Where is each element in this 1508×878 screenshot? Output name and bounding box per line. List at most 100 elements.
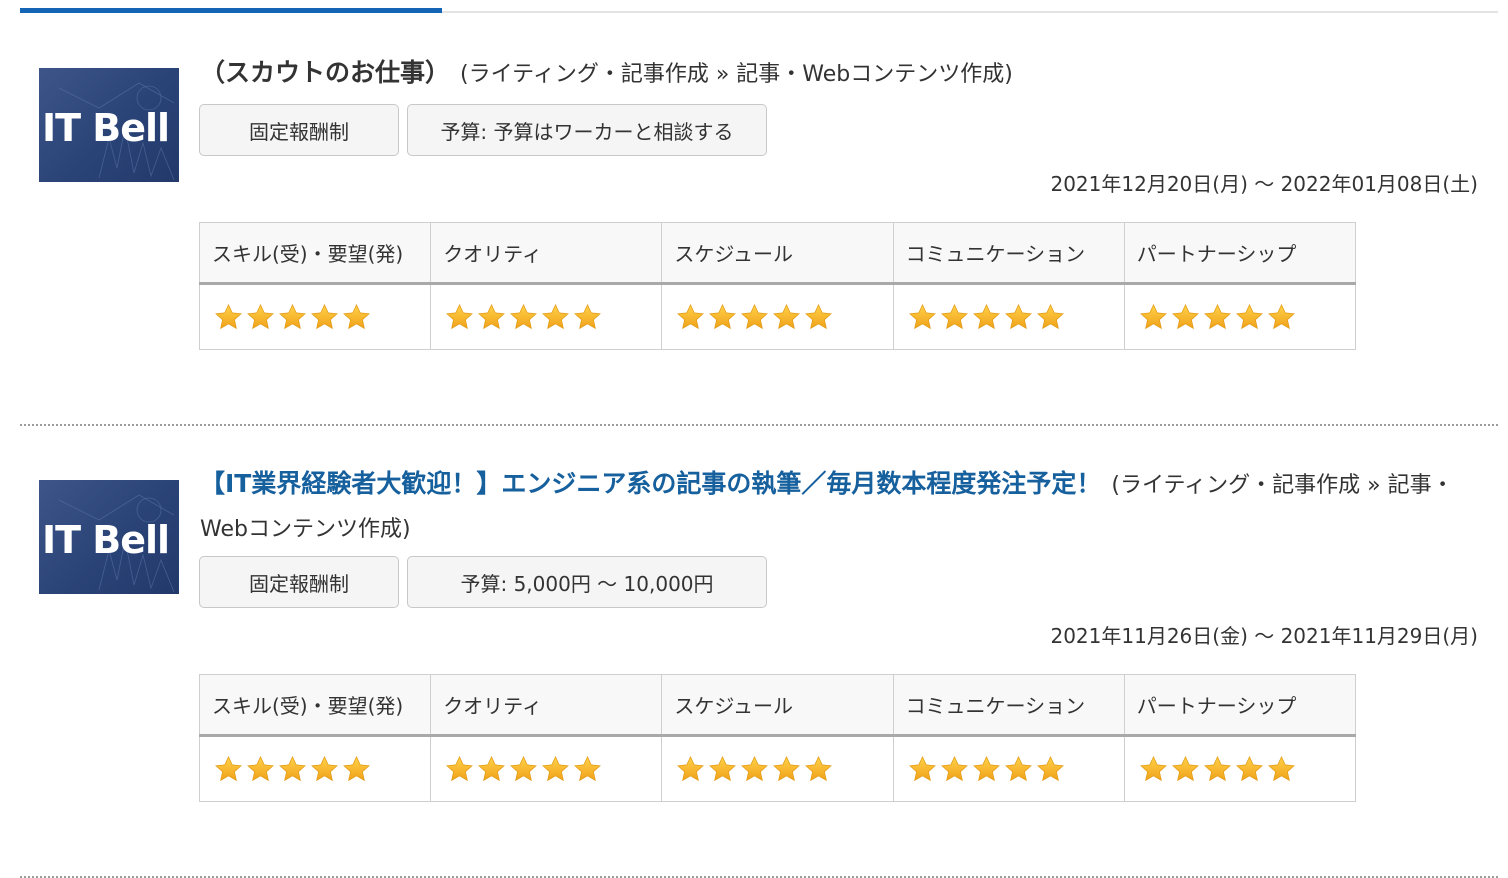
tab-underline <box>20 8 1498 14</box>
star-rating <box>214 303 430 332</box>
star-icon <box>805 755 833 781</box>
rating-cell <box>198 735 432 802</box>
budget-badge: 予算: 5,000円 〜 10,000円 <box>407 556 767 608</box>
rating-header-row: スキル(受)・要望(発) クオリティ スケジュール コミュニケーション パートナ… <box>198 674 1357 737</box>
budget-badge: 予算: 予算はワーカーと相談する <box>407 104 767 156</box>
rating-cell <box>1123 735 1357 802</box>
star-icon <box>805 303 833 329</box>
star-icon <box>773 303 801 329</box>
rating-header-partnership: パートナーシップ <box>1123 674 1357 737</box>
job-period: 2021年11月26日(金) 〜 2021年11月29日(月) <box>1050 624 1478 648</box>
star-icon <box>542 755 570 781</box>
star-rating <box>908 303 1124 332</box>
star-icon <box>1004 755 1032 781</box>
star-rating <box>214 755 430 784</box>
rating-cell <box>198 283 432 350</box>
star-icon <box>1267 755 1295 781</box>
star-icon <box>1235 755 1263 781</box>
rating-cell <box>661 735 894 802</box>
star-icon <box>1171 755 1199 781</box>
star-icon <box>510 303 538 329</box>
star-icon <box>574 755 602 781</box>
client-logo[interactable]: IT Bell <box>39 480 179 594</box>
star-icon <box>574 303 602 329</box>
star-rating <box>445 755 661 784</box>
job-period: 2021年12月20日(月) 〜 2022年01月08日(土) <box>1050 172 1478 196</box>
rating-header-communication: コミュニケーション <box>892 222 1125 285</box>
star-icon <box>478 303 506 329</box>
star-icon <box>709 303 737 329</box>
tab-divider <box>442 11 1498 13</box>
star-icon <box>542 303 570 329</box>
star-icon <box>1004 303 1032 329</box>
rating-cell <box>892 735 1125 802</box>
star-icon <box>709 755 737 781</box>
rating-header-skill: スキル(受)・要望(発) <box>198 222 432 285</box>
rating-cell <box>430 283 663 350</box>
rating-header-quality: クオリティ <box>430 222 663 285</box>
rating-cell <box>661 283 894 350</box>
rating-header-row: スキル(受)・要望(発) クオリティ スケジュール コミュニケーション パートナ… <box>198 222 1357 285</box>
rating-header-quality: クオリティ <box>430 674 663 737</box>
client-logo[interactable]: IT Bell <box>39 68 179 182</box>
star-icon <box>215 303 242 329</box>
star-icon <box>1171 303 1199 329</box>
star-icon <box>741 303 769 329</box>
job-title-line: 【IT業界経験者大歓迎！】エンジニア系の記事の執筆／毎月数本程度発注予定！ (ライ… <box>200 463 1478 551</box>
star-rating <box>1139 303 1355 332</box>
star-icon <box>1235 303 1263 329</box>
job-title-link[interactable]: 【IT業界経験者大歓迎！】エンジニア系の記事の執筆／毎月数本程度発注予定！ <box>200 469 1101 498</box>
star-icon <box>940 303 968 329</box>
star-icon <box>908 755 936 781</box>
star-rating <box>676 303 892 332</box>
rating-value-row <box>198 283 1357 350</box>
job-title-line: （スカウトのお仕事） (ライティング・記事作成 » 記事・Webコンテンツ作成) <box>200 52 1478 96</box>
active-tab-indicator <box>20 8 442 13</box>
star-icon <box>677 303 705 329</box>
rating-cell <box>892 283 1125 350</box>
star-icon <box>279 755 306 781</box>
logo-text: IT Bell <box>42 518 170 562</box>
star-rating <box>676 755 892 784</box>
star-icon <box>1203 755 1231 781</box>
star-icon <box>311 755 338 781</box>
star-icon <box>343 755 370 781</box>
star-rating <box>908 755 1124 784</box>
star-icon <box>773 755 801 781</box>
star-icon <box>1036 303 1064 329</box>
star-icon <box>446 303 474 329</box>
star-icon <box>940 755 968 781</box>
star-icon <box>247 303 274 329</box>
star-rating <box>1139 755 1355 784</box>
contract-type-badge: 固定報酬制 <box>199 104 399 156</box>
logo-text: IT Bell <box>42 106 170 150</box>
job-category[interactable]: (ライティング・記事作成 » 記事・Webコンテンツ作成) <box>460 62 1013 87</box>
rating-header-communication: コミュニケーション <box>892 674 1125 737</box>
job-title: （スカウトのお仕事） <box>200 58 451 87</box>
entry-divider <box>20 424 1498 426</box>
rating-header-skill: スキル(受)・要望(発) <box>198 674 432 737</box>
star-icon <box>972 755 1000 781</box>
star-icon <box>677 755 705 781</box>
contract-type-badge: 固定報酬制 <box>199 556 399 608</box>
star-icon <box>279 303 306 329</box>
rating-header-schedule: スケジュール <box>661 222 894 285</box>
rating-header-partnership: パートナーシップ <box>1123 222 1357 285</box>
rating-cell <box>1123 283 1357 350</box>
star-icon <box>741 755 769 781</box>
star-icon <box>343 303 370 329</box>
star-icon <box>311 303 338 329</box>
rating-table: スキル(受)・要望(発) クオリティ スケジュール コミュニケーション パートナ… <box>198 674 1357 802</box>
star-icon <box>1036 755 1064 781</box>
rating-value-row <box>198 735 1357 802</box>
star-icon <box>972 303 1000 329</box>
star-icon <box>446 755 474 781</box>
star-icon <box>478 755 506 781</box>
star-icon <box>247 755 274 781</box>
star-icon <box>510 755 538 781</box>
star-icon <box>215 755 242 781</box>
rating-cell <box>430 735 663 802</box>
rating-table: スキル(受)・要望(発) クオリティ スケジュール コミュニケーション パートナ… <box>198 222 1357 350</box>
star-icon <box>1139 303 1167 329</box>
star-icon <box>908 303 936 329</box>
